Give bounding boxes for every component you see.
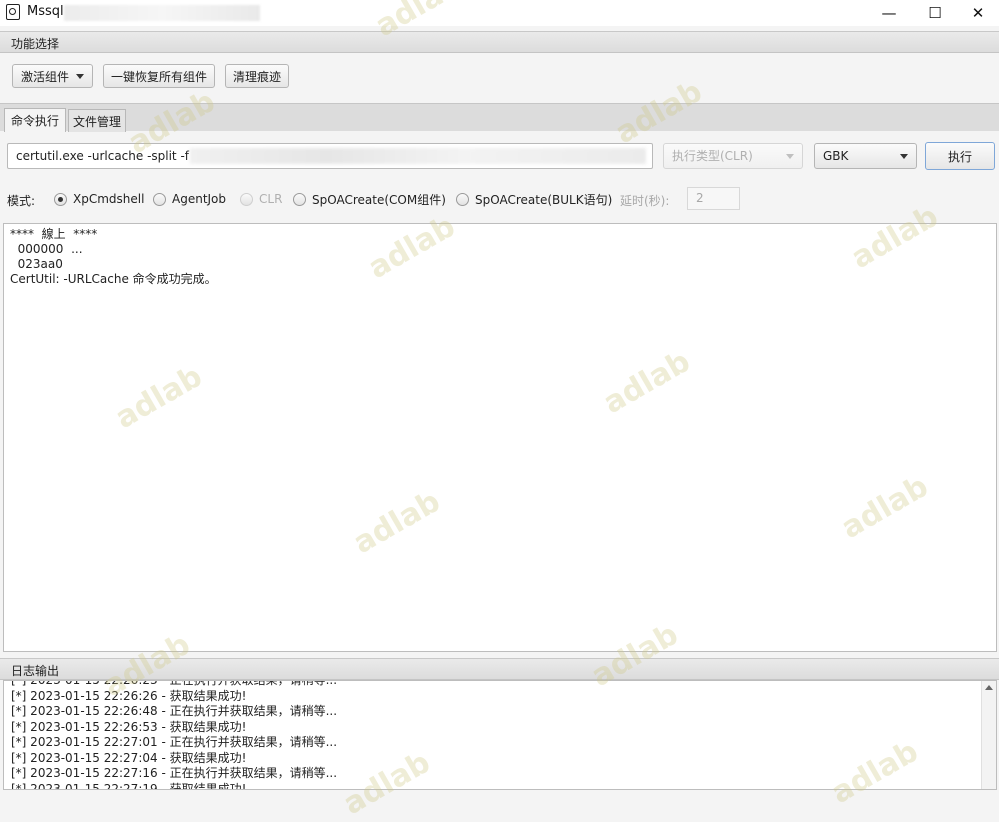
chevron-down-icon	[76, 73, 84, 79]
tab-label: 命令执行	[10, 114, 59, 128]
activate-component-dropdown[interactable]: 激活组件	[12, 64, 93, 88]
radio-dot-icon	[293, 192, 306, 206]
radio-dot-icon	[456, 192, 469, 206]
mode-selector: 模式: XpCmdshell AgentJob CLR SpOACreate(C…	[0, 187, 999, 210]
log-line: [*] 2023-01-15 22:27:04 - 获取结果成功!	[11, 750, 247, 765]
chevron-down-icon	[900, 154, 908, 159]
mode-option-label: SpOACreate(BULK语句)	[475, 192, 613, 207]
command-input-value: certutil.exe -urlcache -split -f	[16, 149, 190, 163]
scroll-up-arrow-icon[interactable]	[985, 685, 993, 690]
radio-dot-icon	[153, 192, 166, 206]
tab-strip: 命令执行 文件管理	[0, 103, 999, 132]
chevron-down-icon	[786, 154, 794, 159]
log-line: [*] 2023-01-15 22:26:23 - 正在执行并获取结果，请稍等.…	[11, 680, 338, 687]
redacted-url-area	[190, 148, 646, 164]
minimize-button[interactable]: —	[866, 0, 912, 26]
tab-file-manager[interactable]: 文件管理	[68, 109, 126, 132]
function-panel-header: 功能选择	[0, 31, 999, 53]
radio-dot-icon	[240, 192, 253, 206]
mode-option-label: CLR	[259, 192, 283, 206]
encoding-value: GBK	[823, 149, 849, 163]
tab-command-exec[interactable]: 命令执行	[4, 108, 66, 132]
radio-dot-icon	[54, 192, 67, 206]
exec-type-select[interactable]: 执行类型(CLR)	[663, 143, 803, 169]
close-button[interactable]: ✕	[955, 0, 999, 26]
mode-label: 模式:	[7, 194, 36, 208]
mode-option-label: SpOACreate(COM组件)	[312, 192, 446, 207]
app-logo-icon	[6, 4, 20, 20]
log-line: [*] 2023-01-15 22:26:53 - 获取结果成功!	[11, 719, 247, 734]
clean-traces-button[interactable]: 清理痕迹	[225, 64, 289, 88]
window-title: Mssql	[27, 4, 64, 19]
log-panel-title: 日志输出	[11, 664, 60, 678]
restore-all-label: 一键恢复所有组件	[110, 69, 207, 84]
log-lines: [*] 2023-01-15 22:26:23 - 正在执行并获取结果，请稍等.…	[11, 680, 338, 790]
log-line: [*] 2023-01-15 22:26:26 - 获取结果成功!	[11, 688, 247, 703]
redacted-title-area	[64, 5, 260, 21]
activate-component-label: 激活组件	[20, 69, 69, 84]
delay-seconds-input[interactable]: 2	[687, 187, 740, 210]
log-line: [*] 2023-01-15 22:27:19 - 获取结果成功!	[11, 781, 247, 790]
mode-radio-xpcmdshell[interactable]: XpCmdshell	[54, 191, 144, 207]
command-output-area[interactable]: **** 線上 **** 000000 ... 023aa0 CertUtil:…	[3, 223, 997, 652]
restore-all-components-button[interactable]: 一键恢复所有组件	[103, 64, 215, 88]
command-input[interactable]: certutil.exe -urlcache -split -f	[7, 143, 653, 169]
mode-radio-spoacreate-com[interactable]: SpOACreate(COM组件)	[293, 191, 446, 207]
log-panel-header: 日志输出	[0, 658, 999, 680]
execute-button[interactable]: 执行	[925, 142, 995, 170]
exec-type-placeholder: 执行类型(CLR)	[672, 149, 753, 163]
mode-option-label: AgentJob	[172, 192, 227, 206]
maximize-button[interactable]: ☐	[912, 0, 958, 26]
log-line: [*] 2023-01-15 22:27:01 - 正在执行并获取结果，请稍等.…	[11, 735, 338, 749]
log-scrollbar[interactable]	[981, 681, 996, 789]
log-line: [*] 2023-01-15 22:26:48 - 正在执行并获取结果，请稍等.…	[11, 704, 338, 718]
mode-radio-agentjob[interactable]: AgentJob	[153, 191, 226, 207]
log-output-area[interactable]: [*] 2023-01-15 22:26:23 - 正在执行并获取结果，请稍等.…	[3, 680, 997, 790]
title-bar: Mssql — ☐ ✕	[0, 0, 999, 26]
mode-radio-clr[interactable]: CLR	[240, 191, 282, 207]
tab-label: 文件管理	[72, 114, 121, 129]
log-line: [*] 2023-01-15 22:27:16 - 正在执行并获取结果，请稍等.…	[11, 766, 338, 780]
encoding-select[interactable]: GBK	[814, 143, 917, 169]
execute-label: 执行	[947, 149, 972, 164]
mode-radio-spoacreate-bulk[interactable]: SpOACreate(BULK语句)	[456, 191, 612, 207]
function-panel-title: 功能选择	[11, 37, 60, 51]
mode-option-label: XpCmdshell	[73, 192, 145, 206]
clean-traces-label: 清理痕迹	[232, 69, 281, 84]
delay-label: 延时(秒):	[620, 194, 670, 208]
